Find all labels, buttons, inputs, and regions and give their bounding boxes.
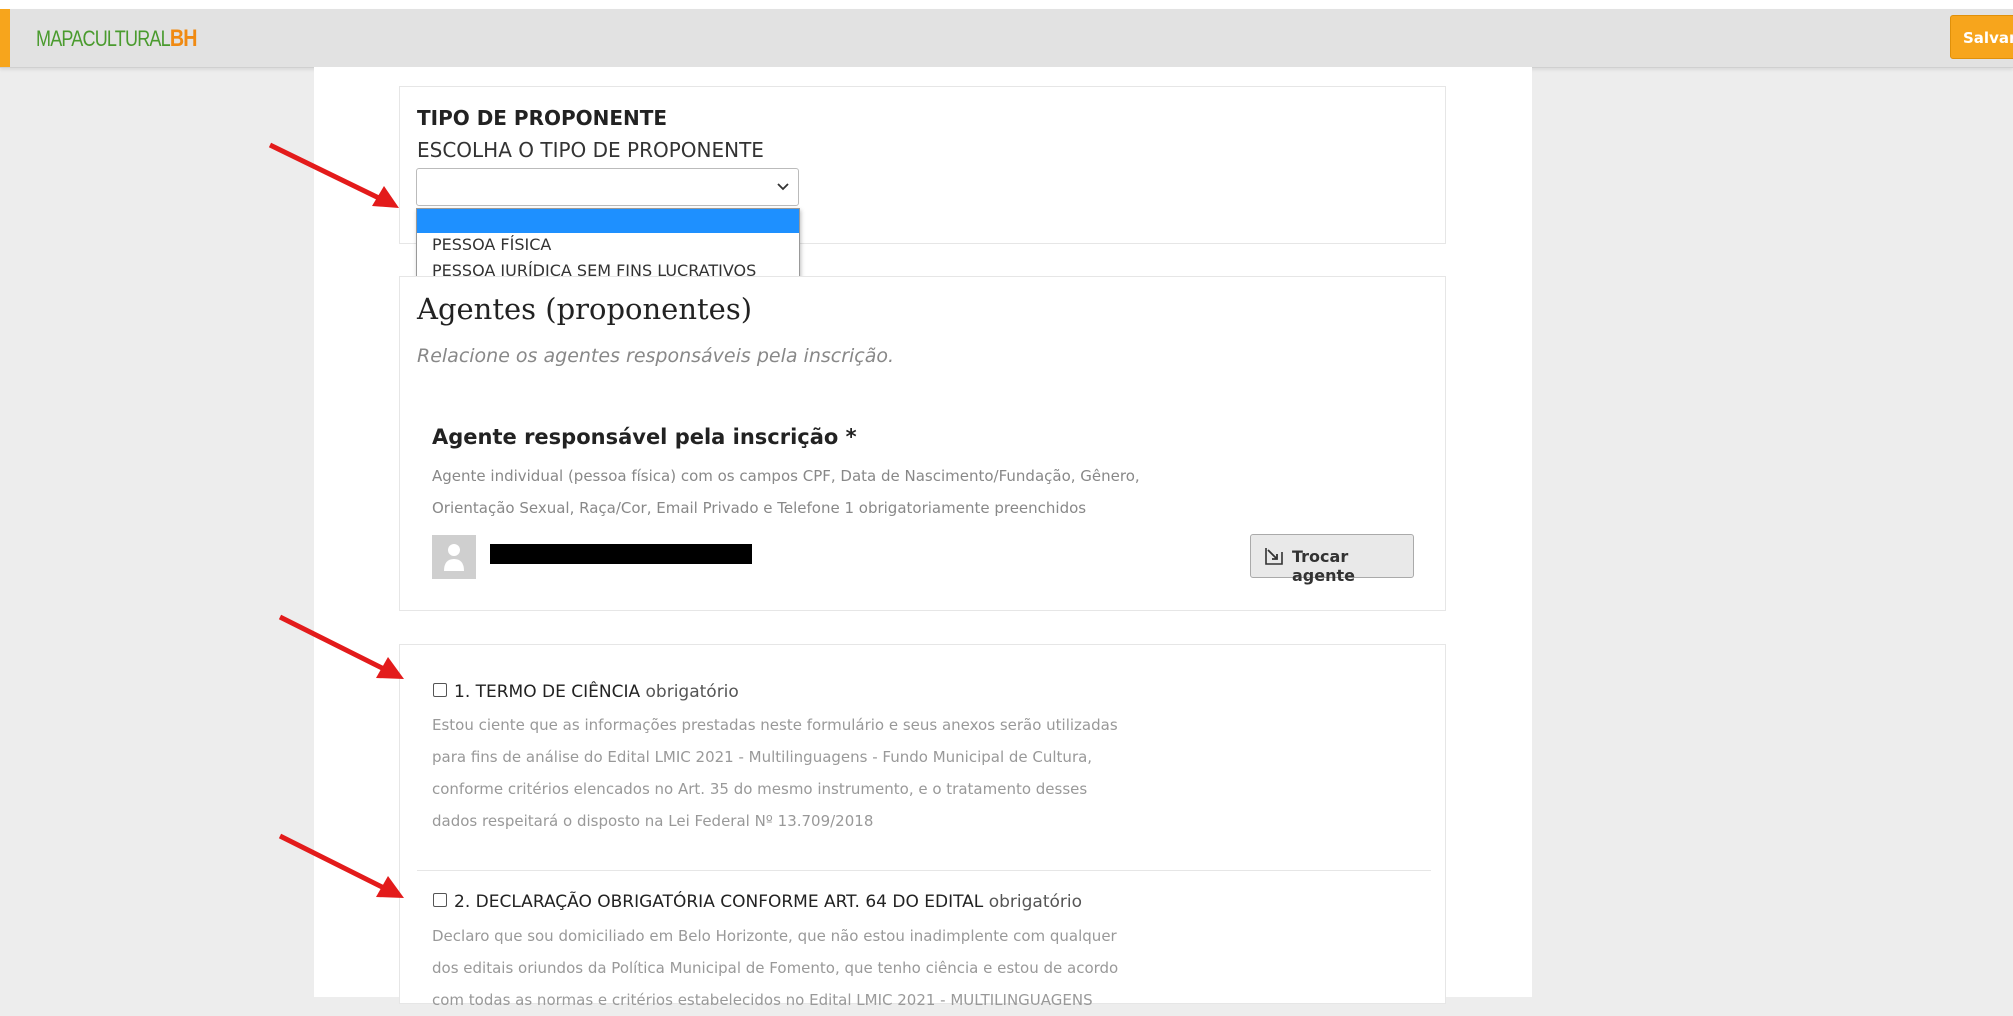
- termos-divider: [417, 870, 1431, 871]
- termo-ciencia-checkbox[interactable]: [433, 683, 447, 697]
- declaracao-required: obrigatório: [988, 892, 1082, 912]
- declaracao-title: 2. DECLARAÇÃO OBRIGATÓRIA CONFORME ART. …: [454, 892, 1082, 912]
- swap-agent-label: Trocar agente: [1292, 547, 1355, 585]
- top-header: MAPACULTURALBH Salvar: [0, 9, 2013, 68]
- responsavel-description: Agente individual (pessoa física) com os…: [432, 467, 1140, 517]
- save-button[interactable]: Salvar: [1950, 15, 2013, 59]
- declaracao-checkbox[interactable]: [433, 893, 447, 907]
- user-silhouette-icon: [444, 544, 464, 571]
- termo-ciencia-required: obrigatório: [645, 682, 739, 702]
- declaracao-title-text: 2. DECLARAÇÃO OBRIGATÓRIA CONFORME ART. …: [454, 892, 984, 912]
- termo-ciencia-title: 1. TERMO DE CIÊNCIA obrigatório: [454, 682, 739, 702]
- chevron-down-icon: [776, 176, 790, 198]
- termo-ciencia-title-text: 1. TERMO DE CIÊNCIA: [454, 682, 641, 702]
- agentes-title: Agentes (proponentes): [417, 292, 753, 326]
- avatar: [432, 535, 476, 579]
- logo-text-mapacultural: MAPACULTURAL: [36, 26, 171, 51]
- agent-name-redacted: [490, 544, 752, 564]
- header-accent-bar: [0, 9, 10, 67]
- dropdown-option-empty[interactable]: [417, 209, 799, 233]
- mapa-cultural-logo[interactable]: MAPACULTURALBH: [36, 27, 197, 51]
- dropdown-option-pessoa-fisica[interactable]: PESSOA FÍSICA: [417, 233, 799, 257]
- declaracao-text: Declaro que sou domiciliado em Belo Hori…: [432, 927, 1119, 1009]
- responsavel-title: Agente responsável pela inscrição *: [432, 425, 857, 449]
- proponente-title: TIPO DE PROPONENTE: [417, 106, 668, 130]
- proponente-dropdown-list: PESSOA FÍSICA PESSOA JURÍDICA SEM FINS L…: [416, 208, 800, 285]
- proponente-select[interactable]: [416, 168, 799, 206]
- proponente-subtitle: ESCOLHA O TIPO DE PROPONENTE: [417, 138, 764, 162]
- swap-agent-button[interactable]: Trocar agente: [1250, 534, 1414, 585]
- termo-ciencia-text: Estou ciente que as informações prestada…: [432, 716, 1118, 830]
- logo-text-bh: BH: [169, 25, 198, 52]
- swap-arrow-icon: [1263, 545, 1285, 571]
- agentes-subtitle: Relacione os agentes responsáveis pela i…: [417, 345, 895, 367]
- top-strip: [0, 0, 2013, 9]
